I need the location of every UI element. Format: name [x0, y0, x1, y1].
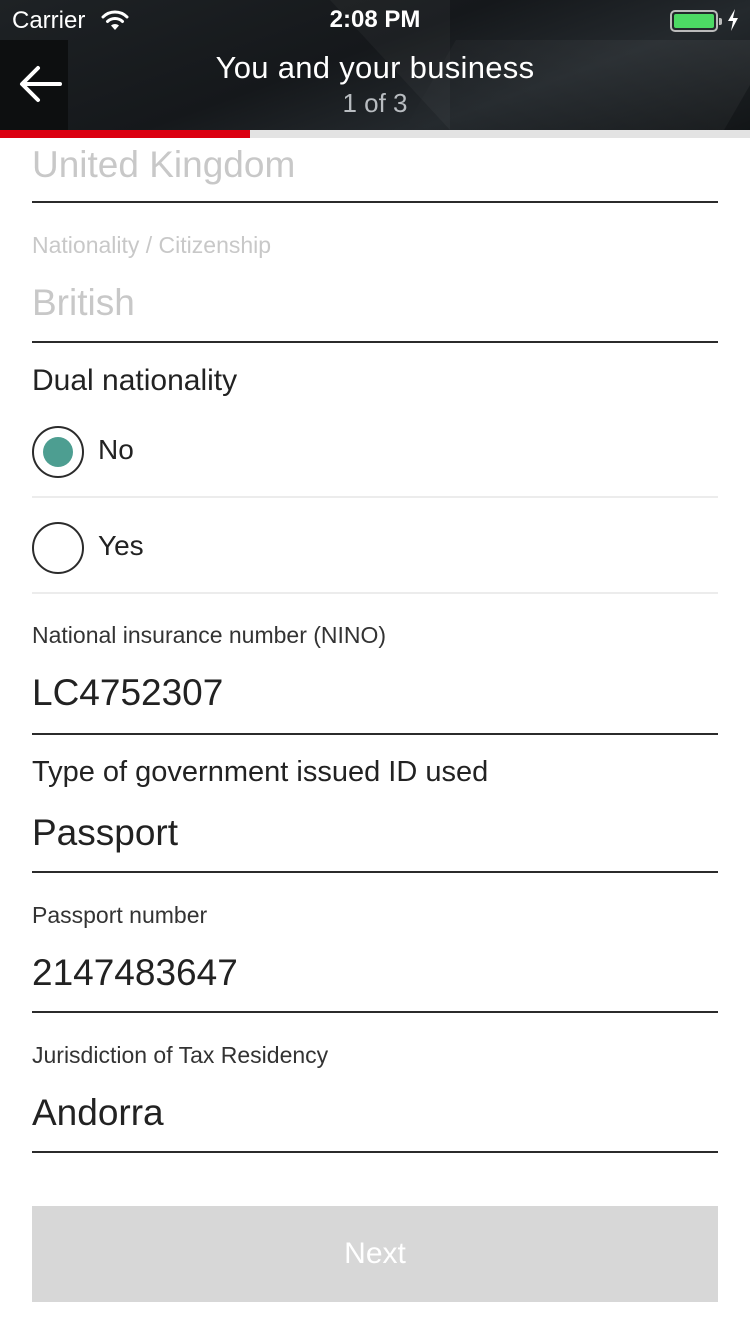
progress-bar-fill [0, 130, 250, 138]
status-bar: Carrier 2:08 PM [0, 0, 750, 40]
nationality-label: Nationality / Citizenship [32, 232, 272, 258]
tax-residency-label: Jurisdiction of Tax Residency [32, 1042, 329, 1068]
battery-icon [670, 10, 722, 32]
field-underline [32, 871, 718, 873]
field-underline [32, 1011, 718, 1013]
nationality-value: British [32, 282, 135, 323]
field-underline [32, 201, 718, 203]
radio-label-yes: Yes [98, 530, 144, 561]
nationality-field[interactable]: Nationality / Citizenship British [32, 224, 718, 344]
nino-label: National insurance number (NINO) [32, 622, 387, 648]
nino-value[interactable]: LC4752307 [32, 672, 223, 714]
id-type-value[interactable]: Passport [32, 812, 178, 854]
passport-number-field[interactable]: Passport number 2147483647 [32, 894, 718, 1016]
row-divider [32, 592, 718, 594]
country-value: United Kingdom [32, 144, 296, 185]
field-underline [32, 1151, 718, 1153]
field-underline [32, 341, 718, 343]
radio-button-no[interactable] [32, 426, 84, 478]
radio-selected-dot [43, 437, 73, 467]
row-divider [32, 496, 718, 498]
id-type-field[interactable]: Type of government issued ID used Passpo… [32, 754, 718, 876]
tax-residency-field[interactable]: Jurisdiction of Tax Residency Andorra [32, 1034, 718, 1156]
radio-button-yes[interactable] [32, 522, 84, 574]
field-underline [32, 733, 718, 735]
next-button[interactable]: Next [32, 1206, 718, 1302]
step-indicator: 1 of 3 [342, 88, 408, 118]
progress-bar [0, 130, 750, 138]
radio-option-yes[interactable]: Yes [32, 522, 718, 618]
app-header: Carrier 2:08 PM You and your business 1 … [0, 0, 750, 130]
dual-nationality-question: Dual nationality [32, 364, 238, 397]
status-time: 2:08 PM [329, 6, 421, 33]
passport-number-value[interactable]: 2147483647 [32, 952, 238, 994]
nino-field[interactable]: National insurance number (NINO) LC47523… [32, 614, 718, 736]
radio-label-no: No [98, 434, 134, 465]
radio-option-no[interactable]: No [32, 426, 718, 522]
id-type-label: Type of government issued ID used [32, 756, 489, 788]
country-field[interactable]: United Kingdom [32, 138, 718, 204]
passport-number-label: Passport number [32, 902, 208, 928]
charging-icon [728, 9, 738, 31]
tax-residency-value[interactable]: Andorra [32, 1092, 164, 1134]
page-title: You and your business [215, 50, 535, 85]
